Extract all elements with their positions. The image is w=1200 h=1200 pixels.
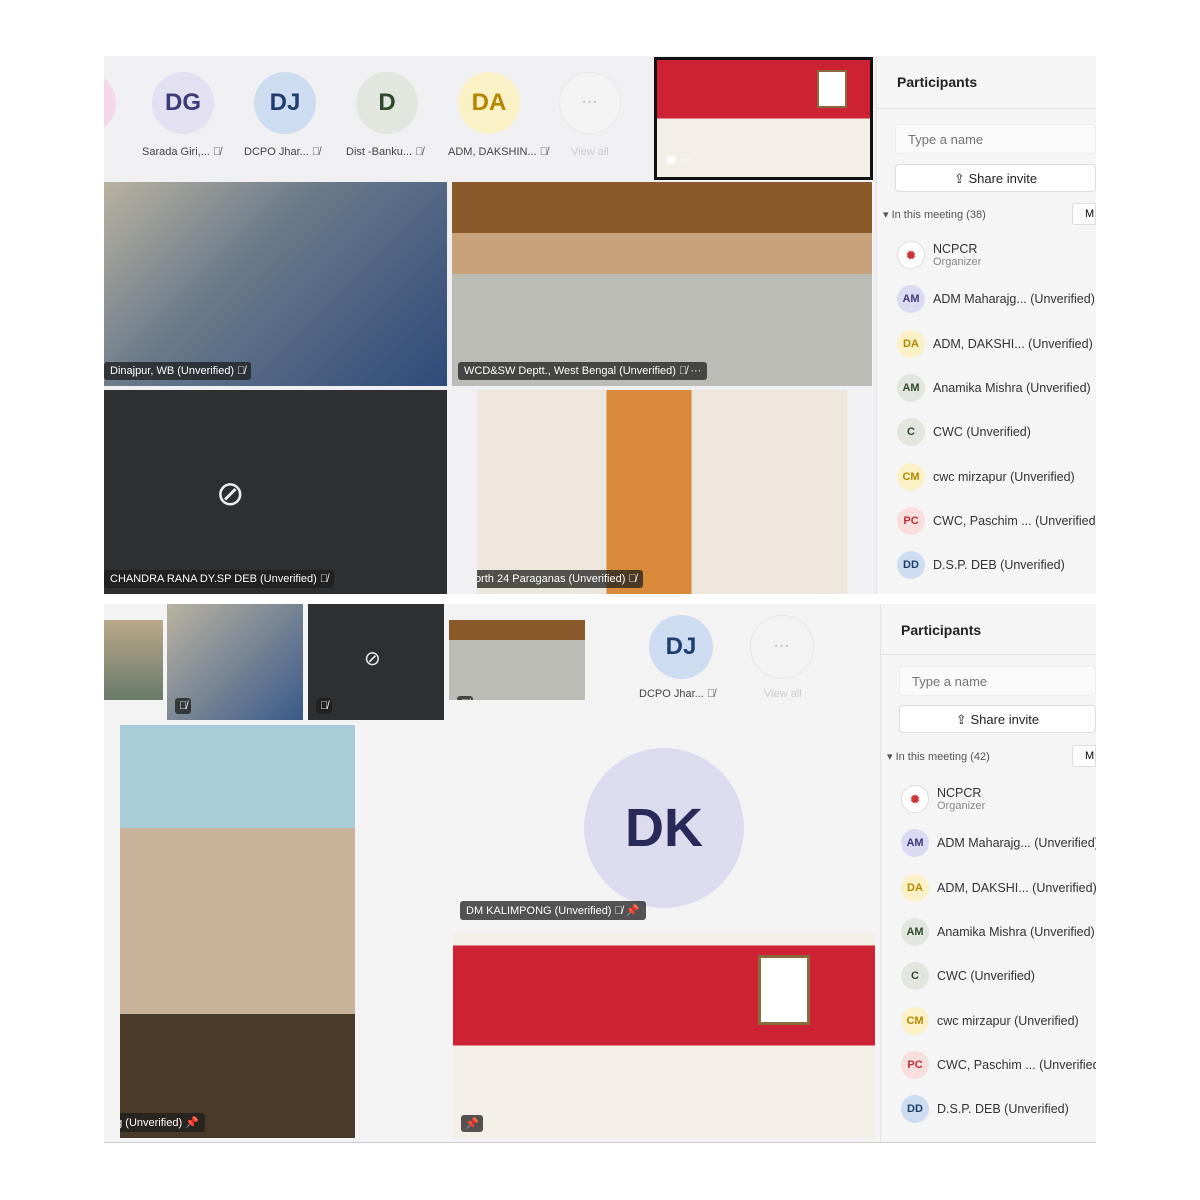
tile-label: Dinajpur, WB (Unverified) 🎙̸ [104, 362, 252, 380]
mic-off-icon: 🎙̸ [212, 146, 222, 158]
camera-off-icon: ⊘ [364, 648, 381, 670]
search-input[interactable] [899, 666, 1096, 696]
participant-avatar: DD [897, 551, 925, 580]
participant-row[interactable]: PC CWC, Paschim ... (Unverified) [897, 506, 1096, 536]
participant-avatar: AM [901, 917, 929, 946]
participant-row[interactable]: C CWC (Unverified) [901, 961, 1035, 991]
participant-name: Dist -Banku... 🎙̸ [346, 146, 424, 158]
self-view-thumbnail[interactable]: ▣ ··· [654, 57, 873, 180]
video-tile[interactable]: ng (Unverified) 📌 [120, 725, 355, 1138]
tile-label: ng (Unverified) 📌 [120, 1113, 205, 1132]
participants-panel: Participants ⇪ Share invite ▾ In this me… [880, 604, 1096, 1142]
participant-row[interactable]: DA ADM, DAKSHI... (Unverified) [897, 329, 1093, 359]
share-invite-button[interactable]: ⇪ Share invite [895, 164, 1096, 192]
portrait-frame [758, 955, 810, 1025]
section-toggle[interactable]: ▾ In this meeting (38) [883, 208, 986, 221]
mic-off-icon: 🎙̸ [706, 688, 716, 700]
ncpcr-logo-icon: ✺ [897, 241, 925, 269]
more-button[interactable]: M [1072, 745, 1096, 767]
video-tile[interactable]: ⊘ CHANDRA RANA DY.SP DEB (Unverified) 🎙̸ [104, 390, 447, 594]
view-all-label: View all [571, 146, 609, 158]
portrait-frame [817, 70, 847, 108]
participant-name: Sarada Giri,... 🎙̸ [142, 146, 222, 158]
more-icon[interactable]: ▣ ··· [665, 152, 692, 166]
participant-row[interactable]: PC CWC, Paschim ... (Unverified) [901, 1050, 1096, 1080]
tile-label: DM KALIMPONG (Unverified) 🎙̸ 📌 [460, 901, 646, 920]
participant-avatar: DA [901, 873, 929, 902]
participants-panel: Participants ⇪ Share invite ▾ In this me… [876, 56, 1096, 594]
tile-label: North 24 Paraganas (Unverified) 🎙̸ [477, 570, 643, 588]
video-thumbnail[interactable] [104, 620, 163, 700]
meeting-screenshot-1: DG Sarada Giri,... 🎙̸ DJ DCPO Jhar... 🎙̸ D… [104, 56, 1096, 594]
participant-name: DCPO Jhar... 🎙̸ [639, 688, 716, 700]
participant-name: ADM, DAKSHIN... 🎙̸ [448, 146, 548, 158]
participant-avatar[interactable]: DJ [254, 72, 316, 134]
participant-avatar: DA [897, 329, 925, 358]
participant-avatar: AM [897, 285, 925, 314]
tile-label: WCD&SW Deptt., West Bengal (Unverified) … [458, 362, 708, 380]
panel-title: Participants [901, 622, 982, 638]
video-thumbnail[interactable]: ⊘ 🎙̸ [308, 604, 444, 720]
participant-avatar: AM [897, 373, 925, 402]
mic-off-icon: 🎙̸ [415, 146, 424, 158]
participant-row[interactable]: ✺ NCPCR Organizer [901, 784, 985, 814]
participant-row[interactable]: DA ADM, DAKSHI... (Unverified) [901, 873, 1096, 903]
video-thumbnail[interactable]: 🎙̸ [449, 620, 585, 700]
share-icon: ⇪ [955, 712, 967, 727]
participant-row[interactable]: ✺ NCPCR Organizer [897, 240, 981, 270]
ncpcr-logo-icon: ✺ [901, 785, 929, 813]
view-all-button[interactable]: ··· [750, 615, 814, 679]
participant-avatar[interactable]: D [356, 72, 418, 134]
video-tile[interactable]: 📌 [453, 933, 875, 1138]
mic-off-icon: 🎙̸ [311, 146, 321, 158]
participant-avatar: C [901, 962, 929, 991]
participant-row[interactable]: DD D.S.P. DEB (Unverified) [901, 1094, 1069, 1124]
camera-off-icon: ⊘ [216, 475, 245, 513]
avatar-dk: DK [584, 748, 744, 908]
participant-row[interactable]: CM cwc mirzapur (Unverified) [901, 1006, 1079, 1036]
meeting-screenshot-2: 🎙̸ ⊘🎙̸ 🎙̸ DJ DCPO Jhar... 🎙̸ ··· View al… [104, 604, 1096, 1142]
share-icon: ⇪ [953, 171, 965, 186]
section-toggle[interactable]: ▾ In this meeting (42) [887, 750, 990, 763]
participant-row[interactable]: AM Anamika Mishra (Unverified) [901, 917, 1095, 947]
participant-avatar: PC [897, 506, 925, 535]
panel-title: Participants [897, 74, 978, 90]
participant-avatar: CM [897, 462, 925, 491]
video-tile[interactable]: Dinajpur, WB (Unverified) 🎙̸ [104, 182, 447, 386]
tile-label: CHANDRA RANA DY.SP DEB (Unverified) 🎙̸ [104, 570, 335, 588]
participant-avatar: DD [901, 1095, 929, 1124]
participant-avatar: PC [901, 1050, 929, 1079]
participant-row[interactable]: AM ADM Maharajg... (Unverified) [897, 284, 1095, 314]
video-thumbnail[interactable]: 🎙̸ [167, 604, 303, 720]
participant-avatar: C [897, 418, 925, 447]
view-all-label: View all [764, 688, 802, 700]
mic-off-icon: 🎙̸ [539, 146, 548, 158]
view-all-button[interactable]: ··· [559, 72, 621, 134]
more-button[interactable]: M [1072, 203, 1096, 225]
search-input[interactable] [895, 124, 1096, 154]
video-tile[interactable]: WCD&SW Deptt., West Bengal (Unverified) … [452, 182, 872, 386]
participant-row[interactable]: AM Anamika Mishra (Unverified) [897, 373, 1091, 403]
video-tile[interactable]: North 24 Paraganas (Unverified) 🎙̸ [477, 390, 847, 594]
share-invite-button[interactable]: ⇪ Share invite [899, 705, 1096, 733]
participant-avatar[interactable]: DA [458, 72, 520, 134]
participant-row[interactable]: DD D.S.P. DEB (Unverified) [897, 550, 1065, 580]
participant-avatar: CM [901, 1006, 929, 1035]
participant-row[interactable]: CM cwc mirzapur (Unverified) [897, 462, 1075, 492]
participant-name: DCPO Jhar... 🎙̸ [244, 146, 321, 158]
participant-row[interactable]: C CWC (Unverified) [897, 417, 1031, 447]
participant-row[interactable]: AM ADM Maharajg... (Unverified) [901, 828, 1096, 858]
participant-avatar[interactable]: DJ [649, 615, 713, 679]
avatar [104, 72, 116, 134]
participant-avatar[interactable]: DG [152, 72, 214, 134]
participant-avatar: AM [901, 829, 929, 858]
